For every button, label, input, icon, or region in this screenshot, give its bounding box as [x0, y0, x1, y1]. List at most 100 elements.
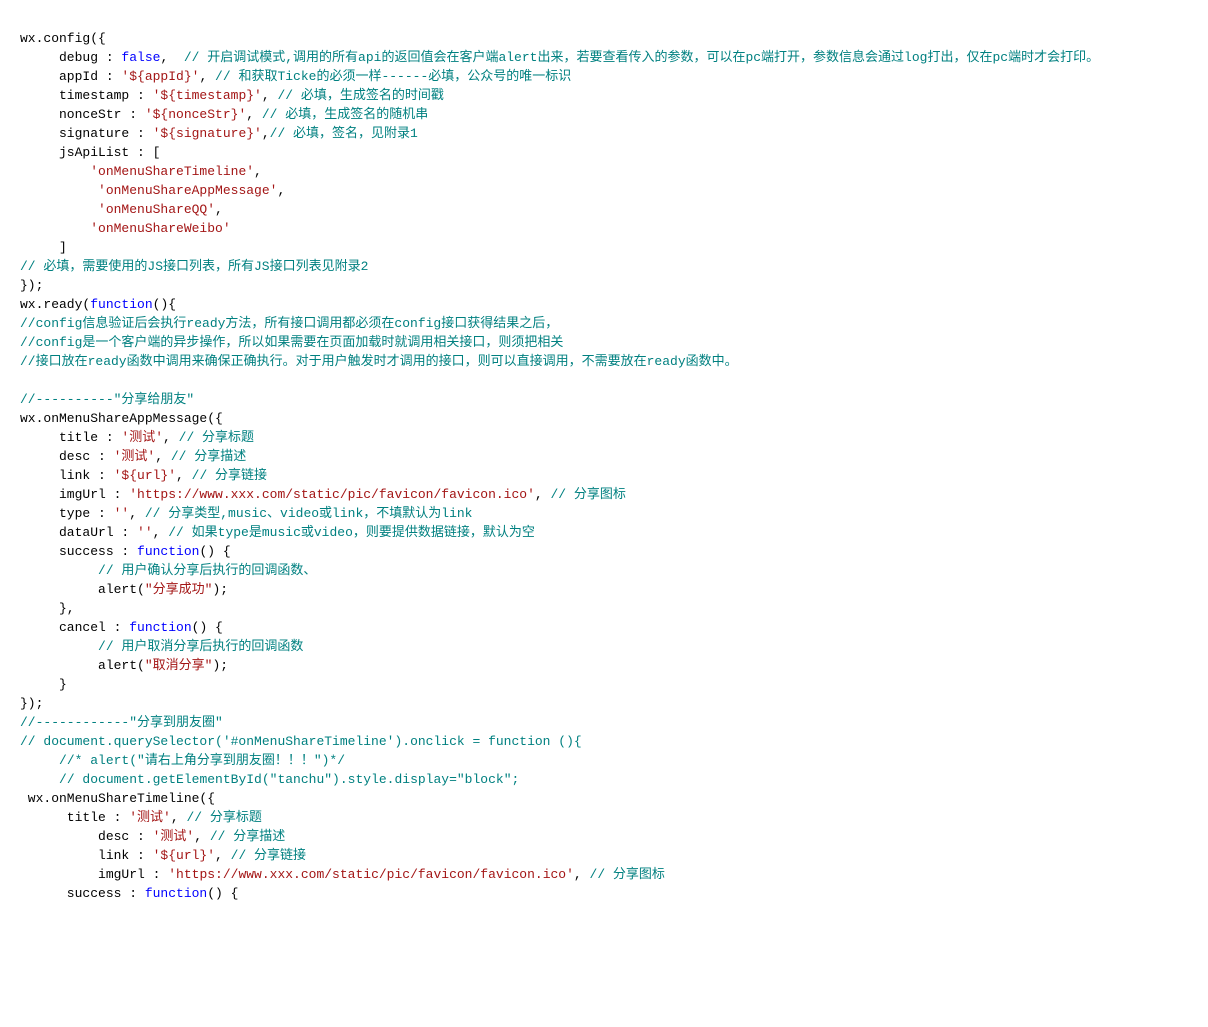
code-token: // 必填，需要使用的JS接口列表，所有JS接口列表见附录2	[20, 259, 368, 274]
code-line: // 用户取消分享后执行的回调函数	[20, 637, 1188, 656]
code-token: link :	[20, 468, 114, 483]
code-token: ,	[153, 525, 169, 540]
code-token: wx.onMenuShareTimeline({	[20, 791, 215, 806]
code-token: // 分享链接	[192, 468, 267, 483]
code-line: wx.ready(function(){	[20, 295, 1188, 314]
code-token: ]	[20, 240, 67, 255]
code-token: //config是一个客户端的异步操作，所以如果需要在页面加载时就调用相关接口，…	[20, 335, 563, 350]
code-line: //接口放在ready函数中调用来确保正确执行。对于用户触发时才调用的接口，则可…	[20, 352, 1188, 371]
code-token: '测试'	[129, 810, 171, 825]
code-line: alert("分享成功");	[20, 580, 1188, 599]
code-token: ,	[194, 829, 210, 844]
code-token: function	[90, 297, 152, 312]
code-token: //----------"分享给朋友"	[20, 392, 194, 407]
code-line: //config信息验证后会执行ready方法，所有接口调用都必须在config…	[20, 314, 1188, 333]
code-token: //接口放在ready函数中调用来确保正确执行。对于用户触发时才调用的接口，则可…	[20, 354, 738, 369]
code-token: '测试'	[153, 829, 195, 844]
code-token: ,	[199, 69, 215, 84]
code-token: ,	[574, 867, 590, 882]
code-token: '${timestamp}'	[153, 88, 262, 103]
code-token: function	[137, 544, 199, 559]
code-token: desc :	[20, 449, 114, 464]
code-token: ''	[114, 506, 130, 521]
code-token: ,	[176, 468, 192, 483]
code-line: //----------"分享给朋友"	[20, 390, 1188, 409]
code-token: // 分享链接	[231, 848, 306, 863]
code-token: cancel :	[20, 620, 129, 635]
code-token: ,	[262, 126, 270, 141]
code-line: // document.getElementById("tanchu").sty…	[20, 770, 1188, 789]
code-token: '测试'	[114, 449, 156, 464]
code-line: alert("取消分享");	[20, 656, 1188, 675]
code-line: dataUrl : '', // 如果type是music或video，则要提供…	[20, 523, 1188, 542]
code-token: title :	[20, 810, 129, 825]
code-token: '${url}'	[153, 848, 215, 863]
code-line: });	[20, 276, 1188, 295]
code-line: // 用户确认分享后执行的回调函数、	[20, 561, 1188, 580]
code-line: 'onMenuShareQQ',	[20, 200, 1188, 219]
code-token: // 分享类型,music、video或link，不填默认为link	[145, 506, 473, 521]
code-token: });	[20, 278, 43, 293]
code-line: },	[20, 599, 1188, 618]
code-token: //------------"分享到朋友圈"	[20, 715, 223, 730]
code-line: });	[20, 694, 1188, 713]
code-line: imgUrl : 'https://www.xxx.com/static/pic…	[20, 865, 1188, 884]
code-token: appId :	[20, 69, 121, 84]
code-line: //config是一个客户端的异步操作，所以如果需要在页面加载时就调用相关接口，…	[20, 333, 1188, 352]
code-line: wx.onMenuShareTimeline({	[20, 789, 1188, 808]
code-token: debug :	[20, 50, 121, 65]
code-token	[20, 164, 90, 179]
code-token: '${signature}'	[153, 126, 262, 141]
code-token: // 必填，生成签名的随机串	[262, 107, 428, 122]
code-token: });	[20, 696, 43, 711]
code-line: 'onMenuShareAppMessage',	[20, 181, 1188, 200]
code-token: wx.ready(	[20, 297, 90, 312]
code-token: success :	[20, 544, 137, 559]
code-token: ,	[277, 183, 285, 198]
code-token: }	[20, 677, 67, 692]
code-token	[20, 183, 98, 198]
code-line: // 必填，需要使用的JS接口列表，所有JS接口列表见附录2	[20, 257, 1188, 276]
code-token: );	[212, 658, 228, 673]
code-line: ]	[20, 238, 1188, 257]
code-token: type :	[20, 506, 114, 521]
code-token: '${url}'	[114, 468, 176, 483]
code-token	[20, 202, 98, 217]
code-line: jsApiList : [	[20, 143, 1188, 162]
code-block: wx.config({ debug : false, // 开启调试模式,调用的…	[20, 29, 1188, 903]
code-token: // 必填，生成签名的时间戳	[277, 88, 443, 103]
code-line: //* alert("请右上角分享到朋友圈！！！")*/	[20, 751, 1188, 770]
code-token: '测试'	[121, 430, 163, 445]
code-token: nonceStr :	[20, 107, 145, 122]
code-token: ,	[535, 487, 551, 502]
code-token: title :	[20, 430, 121, 445]
code-token: jsApiList : [	[20, 145, 160, 160]
code-token: wx.onMenuShareAppMessage({	[20, 411, 223, 426]
code-line: type : '', // 分享类型,music、video或link，不填默认…	[20, 504, 1188, 523]
code-token	[20, 639, 98, 654]
code-token: imgUrl :	[20, 867, 168, 882]
code-token: 'https://www.xxx.com/static/pic/favicon/…	[168, 867, 574, 882]
code-token: ,	[246, 107, 262, 122]
code-token: '${appId}'	[121, 69, 199, 84]
code-token: ,	[262, 88, 278, 103]
code-token: function	[145, 886, 207, 901]
code-token: // 分享图标	[590, 867, 665, 882]
code-line: debug : false, // 开启调试模式,调用的所有api的返回值会在客…	[20, 48, 1188, 67]
code-line: 'onMenuShareTimeline',	[20, 162, 1188, 181]
code-token: ,	[155, 449, 171, 464]
code-line: success : function() {	[20, 542, 1188, 561]
code-token: ,	[129, 506, 145, 521]
code-token: ''	[137, 525, 153, 540]
code-token: ,	[254, 164, 262, 179]
code-line: wx.config({	[20, 29, 1188, 48]
code-token: //* alert("请右上角分享到朋友圈！！！")*/	[59, 753, 345, 768]
code-token: link :	[20, 848, 153, 863]
code-token: timestamp :	[20, 88, 153, 103]
code-token: // 必填，签名，见附录1	[270, 126, 418, 141]
code-token: "取消分享"	[145, 658, 213, 673]
code-line: imgUrl : 'https://www.xxx.com/static/pic…	[20, 485, 1188, 504]
code-token: success :	[20, 886, 145, 901]
code-token: // 分享描述	[210, 829, 285, 844]
code-line: timestamp : '${timestamp}', // 必填，生成签名的时…	[20, 86, 1188, 105]
